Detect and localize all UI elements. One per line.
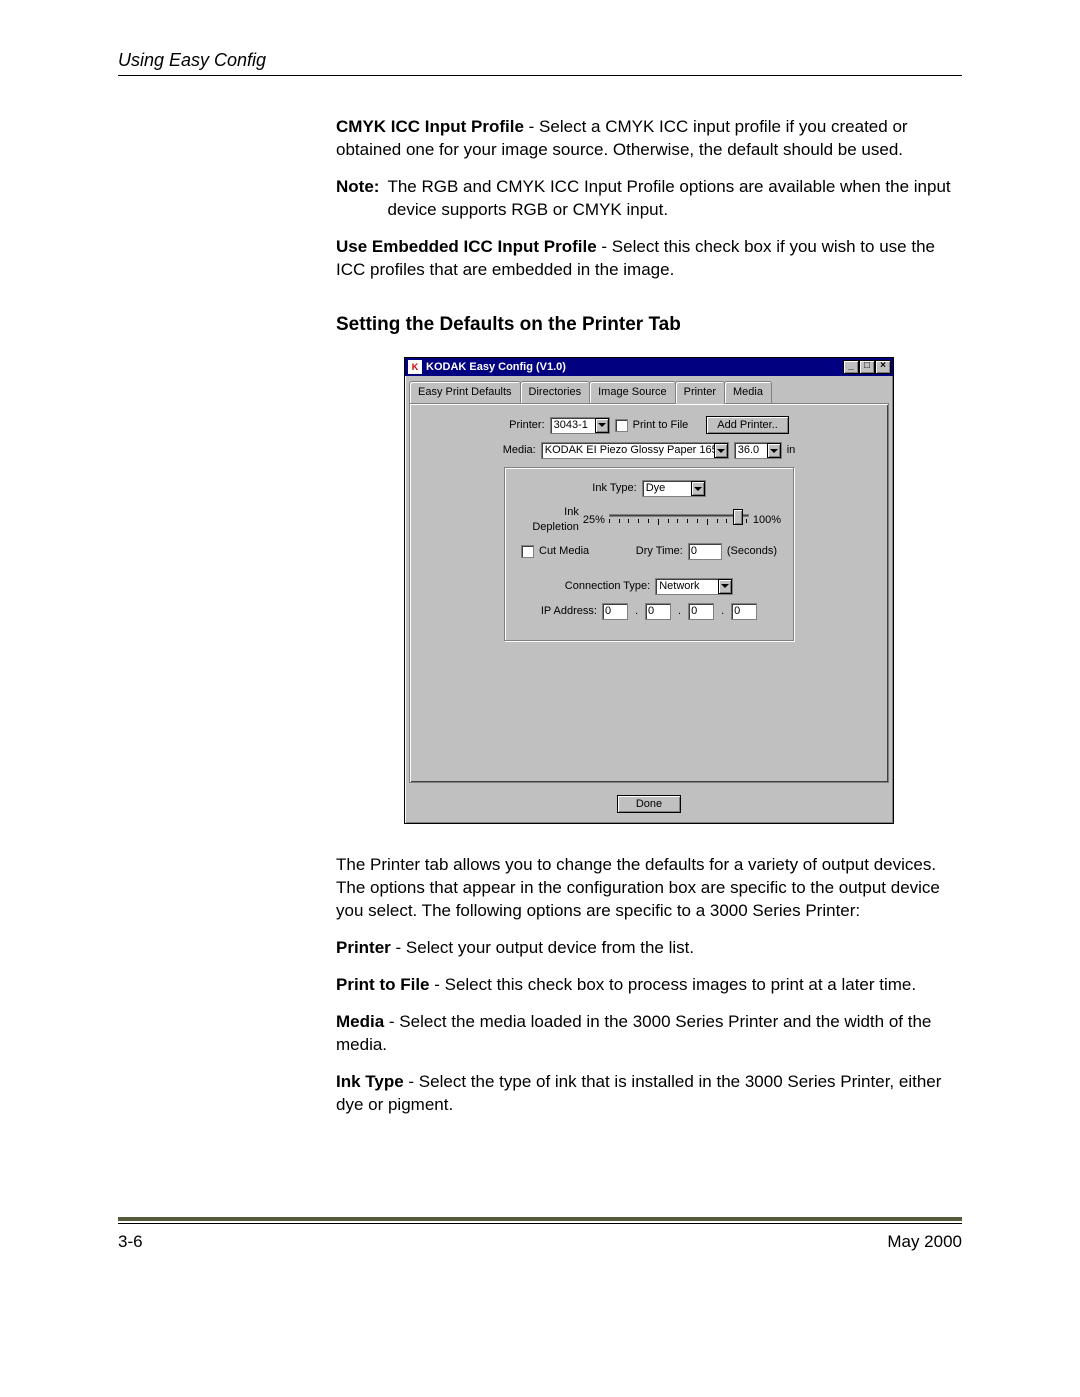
tab-media[interactable]: Media [724,381,772,403]
titlebar-text: KODAK Easy Config (V1.0) [426,360,843,375]
connection-type-row: Connection Type: Network [517,578,781,595]
chevron-down-icon[interactable] [718,579,732,594]
ink-type-value: Dye [646,481,691,496]
opt-media-text: - Select the media loaded in the 3000 Se… [336,1012,931,1054]
opt-printer-text: - Select your output device from the lis… [391,938,694,957]
note-label: Note: [336,176,387,222]
dry-time-input[interactable] [688,543,722,560]
easy-config-dialog: K KODAK Easy Config (V1.0) _ □ × Easy Pr… [404,357,894,824]
done-button[interactable]: Done [617,795,681,813]
chevron-down-icon[interactable] [767,443,781,458]
dot: . [676,604,683,619]
printer-tab-description: The Printer tab allows you to change the… [336,854,962,923]
ink-depletion-min: 25% [583,513,605,528]
media-label: Media: [503,443,536,458]
ink-depletion-max: 100% [753,513,781,528]
embedded-label: Use Embedded ICC Input Profile [336,237,597,256]
tab-printer[interactable]: Printer [675,381,725,404]
page-number: 3-6 [118,1232,143,1252]
chapter-header: Using Easy Config [118,50,962,76]
ink-depletion-slider[interactable] [609,511,749,529]
section-title: Setting the Defaults on the Printer Tab [336,312,962,338]
chevron-down-icon[interactable] [691,481,705,496]
app-icon: K [408,360,422,374]
page-footer: 3-6 May 2000 [118,1217,962,1252]
media-unit-label: in [787,443,796,458]
tab-row: Easy Print Defaults Directories Image So… [405,376,893,403]
media-width-select[interactable]: 36.0 [734,442,782,459]
content-column: CMYK ICC Input Profile - Select a CMYK I… [336,116,962,1117]
maximize-button[interactable]: □ [859,360,875,374]
opt-media: Media - Select the media loaded in the 3… [336,1011,962,1057]
tab-panel-printer: Printer: 3043-1 Print to File Add Printe… [409,403,889,783]
opt-printer-label: Printer [336,938,391,957]
tab-directories[interactable]: Directories [520,381,591,403]
dry-time-unit: (Seconds) [727,544,777,559]
document-page: Using Easy Config CMYK ICC Input Profile… [0,0,1080,1292]
opt-media-label: Media [336,1012,384,1031]
cut-dry-row: Cut Media Dry Time: (Seconds) [517,543,781,560]
dot: . [719,604,726,619]
cmyk-label: CMYK ICC Input Profile [336,117,524,136]
tab-easy-print-defaults[interactable]: Easy Print Defaults [409,381,521,403]
tab-image-source[interactable]: Image Source [589,381,675,403]
minimize-button[interactable]: _ [843,360,859,374]
ip-octet-2[interactable] [645,603,671,620]
printer-select-value: 3043-1 [554,418,595,433]
connection-type-label: Connection Type: [565,579,650,594]
opt-ptf-text: - Select this check box to process image… [430,975,917,994]
opt-ink-label: Ink Type [336,1072,404,1091]
ink-type-label: Ink Type: [592,481,636,496]
opt-ink-text: - Select the type of ink that is install… [336,1072,941,1114]
opt-print-to-file: Print to File - Select this check box to… [336,974,962,997]
dot: . [633,604,640,619]
chevron-down-icon[interactable] [714,443,728,458]
media-select[interactable]: KODAK EI Piezo Glossy Paper 165g [541,442,729,459]
ip-octet-1[interactable] [602,603,628,620]
dry-time-label: Dry Time: [636,544,683,559]
footer-date: May 2000 [887,1232,962,1252]
media-row: Media: KODAK EI Piezo Glossy Paper 165g … [420,442,878,459]
ink-type-row: Ink Type: Dye [517,480,781,497]
printer-options-group: Ink Type: Dye Ink Depletion 25% [504,467,794,641]
chevron-down-icon[interactable] [595,418,609,433]
ip-octet-3[interactable] [688,603,714,620]
cut-media-label: Cut Media [539,544,589,559]
note-block: Note: The RGB and CMYK ICC Input Profile… [336,176,962,222]
printer-label: Printer: [509,418,544,433]
ip-address-label: IP Address: [541,604,597,619]
ip-octet-4[interactable] [731,603,757,620]
connection-type-value: Network [659,579,718,594]
print-to-file-label: Print to File [633,418,689,433]
print-to-file-checkbox[interactable] [615,419,628,432]
ink-depletion-label: Ink Depletion [517,505,579,535]
ink-type-select[interactable]: Dye [642,480,706,497]
note-text: The RGB and CMYK ICC Input Profile optio… [387,176,962,222]
printer-row: Printer: 3043-1 Print to File Add Printe… [420,416,878,434]
done-row: Done [405,787,893,823]
printer-select[interactable]: 3043-1 [550,417,610,434]
opt-printer: Printer - Select your output device from… [336,937,962,960]
cut-media-checkbox[interactable] [521,545,534,558]
paragraph-embedded: Use Embedded ICC Input Profile - Select … [336,236,962,282]
opt-ink-type: Ink Type - Select the type of ink that i… [336,1071,962,1117]
media-select-value: KODAK EI Piezo Glossy Paper 165g [545,443,714,458]
add-printer-button[interactable]: Add Printer.. [706,416,789,434]
opt-ptf-label: Print to File [336,975,430,994]
ink-depletion-row: Ink Depletion 25% 100% [517,505,781,535]
ip-address-row: IP Address: . . . [517,603,781,620]
slider-thumb[interactable] [733,509,743,525]
media-width-value: 36.0 [738,443,767,458]
connection-type-select[interactable]: Network [655,578,733,595]
paragraph-cmyk: CMYK ICC Input Profile - Select a CMYK I… [336,116,962,162]
close-button[interactable]: × [875,360,891,374]
titlebar[interactable]: K KODAK Easy Config (V1.0) _ □ × [405,358,893,376]
